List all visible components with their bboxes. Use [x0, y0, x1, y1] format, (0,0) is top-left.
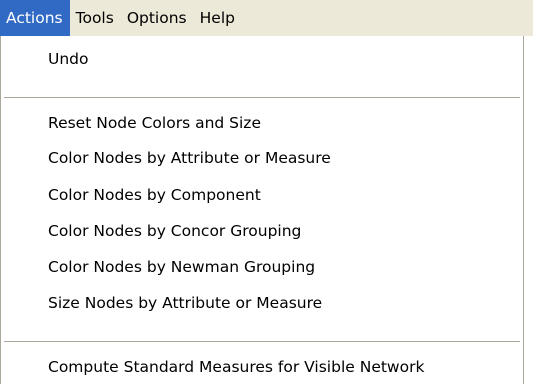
menu-help[interactable]: Help	[194, 0, 242, 36]
menu-separator	[4, 97, 520, 98]
menu-item-color-nodes-by-newman-grouping[interactable]: Color Nodes by Newman Grouping	[48, 256, 315, 278]
menu-item-color-nodes-by-concor-grouping[interactable]: Color Nodes by Concor Grouping	[48, 220, 301, 242]
menu-tools[interactable]: Tools	[70, 0, 121, 36]
menu-item-color-nodes-by-attribute[interactable]: Color Nodes by Attribute or Measure	[48, 147, 331, 169]
menu-item-reset-node-colors-and-size[interactable]: Reset Node Colors and Size	[48, 112, 261, 134]
menu-item-size-nodes-by-attribute[interactable]: Size Nodes by Attribute or Measure	[48, 292, 322, 314]
menu-actions[interactable]: Actions	[0, 0, 70, 36]
actions-dropdown-menu: Undo Reset Node Colors and Size Color No…	[0, 36, 524, 384]
menu-item-compute-standard-measures[interactable]: Compute Standard Measures for Visible Ne…	[48, 356, 424, 378]
menu-item-color-nodes-by-component[interactable]: Color Nodes by Component	[48, 184, 261, 206]
menu-bar: Actions Tools Options Help	[0, 0, 533, 36]
menu-item-undo[interactable]: Undo	[48, 48, 89, 70]
menu-options[interactable]: Options	[121, 0, 194, 36]
app-window: Actions Tools Options Help Undo Reset No…	[0, 0, 533, 384]
menu-separator	[4, 341, 520, 342]
